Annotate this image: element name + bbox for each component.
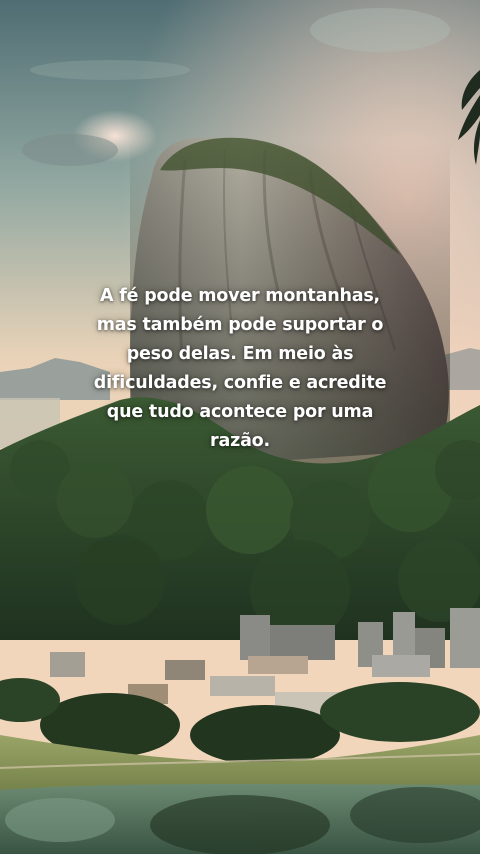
quote-line: que tudo acontece por uma: [106, 402, 374, 422]
quote-line: mas também pode suportar o: [96, 315, 384, 335]
quote-line: razão.: [210, 431, 270, 451]
quote-line: A fé pode mover montanhas,: [100, 286, 380, 306]
quote-line: dificuldades, confie e acredite: [93, 373, 387, 393]
quote-text: A fé pode mover montanhas, mas também po…: [60, 282, 420, 456]
quote-line: peso delas. Em meio às: [126, 344, 354, 364]
